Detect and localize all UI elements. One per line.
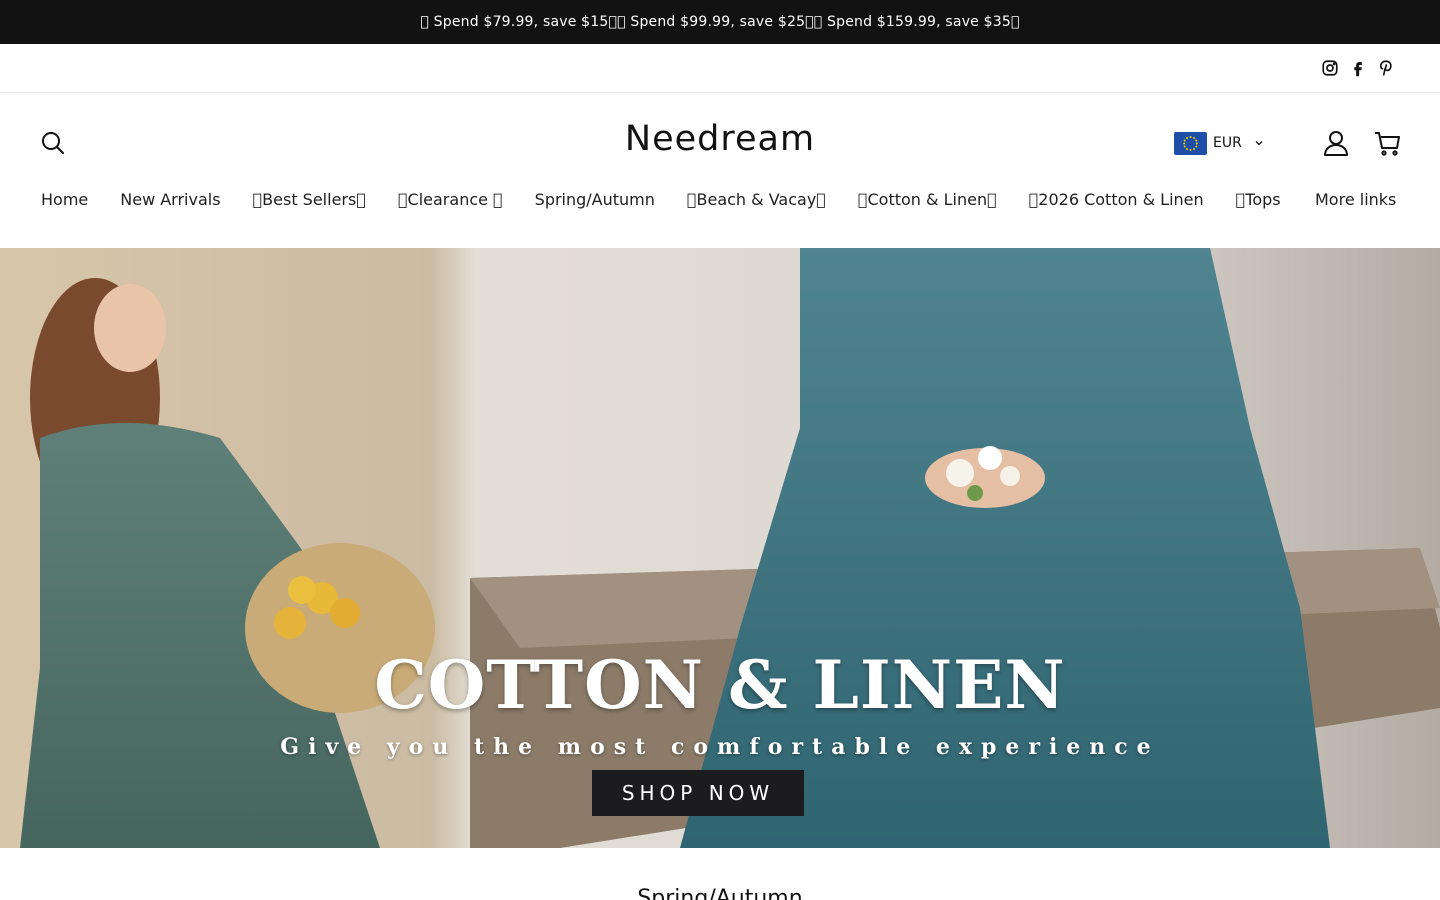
shop-now-button[interactable]: SHOP NOW xyxy=(592,770,804,816)
nav-item-new-arrivals[interactable]: New Arrivals xyxy=(120,190,220,209)
nav-item-best-sellers[interactable]:  Best Sellers  xyxy=(253,190,366,209)
main-nav: Home New Arrivals  Best Sellers   Cleara… xyxy=(41,190,1396,209)
account-icon[interactable] xyxy=(1322,129,1350,157)
search-icon[interactable] xyxy=(40,130,66,156)
nav-item-more-links[interactable]: More links xyxy=(1315,190,1396,209)
nav-item-home[interactable]: Home xyxy=(41,190,88,209)
social-bar xyxy=(0,44,1440,93)
hero-title: COTTON & LINEN xyxy=(374,646,1066,724)
site-header: Needream EUR Home New Ar xyxy=(0,93,1440,248)
site-logo[interactable]: Needream xyxy=(625,119,815,159)
instagram-icon[interactable] xyxy=(1320,58,1340,78)
nav-item-spring-autumn[interactable]: Spring/Autumn xyxy=(535,190,655,209)
nav-item-cotton-linen[interactable]:  Cotton & Linen  xyxy=(858,190,997,209)
hero-banner[interactable]: COTTON & LINEN Give you the most comfort… xyxy=(0,248,1440,848)
section-heading: Spring/Autumn xyxy=(637,886,803,900)
cart-icon[interactable] xyxy=(1373,129,1401,157)
announcement-text:   Spend $79.99, save $15   Spend $99.99,… xyxy=(420,14,1020,30)
nav-item-clearance[interactable]:  Clearance   xyxy=(398,190,503,209)
chevron-down-icon xyxy=(1255,141,1263,146)
facebook-icon[interactable] xyxy=(1348,58,1368,78)
hero-subtitle: Give you the most comfortable experience xyxy=(280,734,1160,760)
nav-item-2026-cotton-linen[interactable]:  2026 Cotton & Linen xyxy=(1029,190,1204,209)
nav-item-beach-vacay[interactable]:  Beach & Vacay  xyxy=(687,190,826,209)
announcement-bar:   Spend $79.99, save $15   Spend $99.99,… xyxy=(0,0,1440,44)
currency-selector[interactable]: EUR xyxy=(1174,131,1264,155)
nav-item-tops[interactable]:  Tops xyxy=(1236,190,1281,209)
social-links xyxy=(1320,58,1396,78)
eu-flag-icon xyxy=(1174,131,1207,155)
pinterest-icon[interactable] xyxy=(1376,58,1396,78)
currency-label: EUR xyxy=(1213,135,1242,151)
